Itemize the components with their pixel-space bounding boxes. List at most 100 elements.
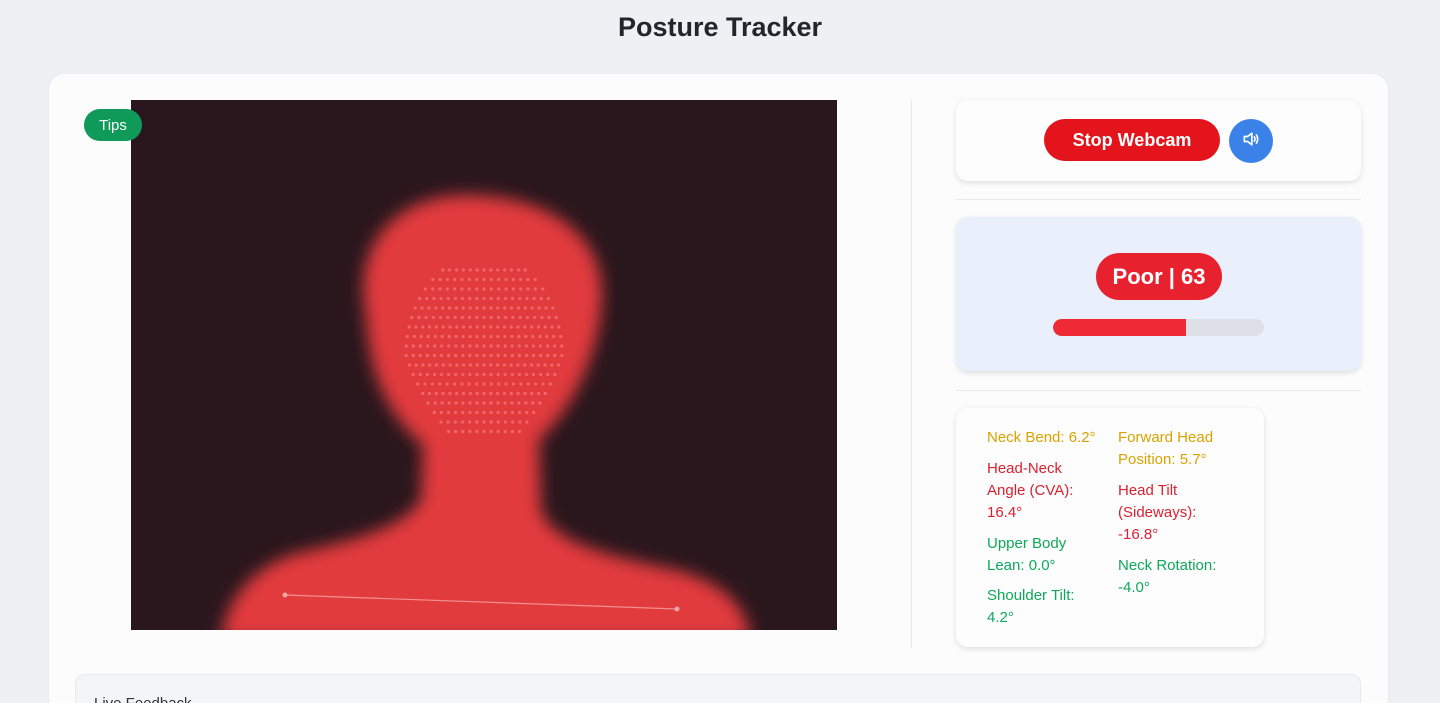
face-mesh-point bbox=[496, 353, 500, 358]
metric-shoulder-tilt: Shoulder Tilt: 4.2° bbox=[987, 587, 1075, 626]
face-mesh-point bbox=[531, 372, 536, 377]
face-mesh-point bbox=[510, 410, 514, 415]
face-mesh-point bbox=[517, 401, 521, 405]
face-mesh-point bbox=[489, 382, 493, 386]
face-mesh-point bbox=[496, 325, 500, 329]
face-mesh-point bbox=[503, 296, 508, 301]
face-mesh-point bbox=[427, 325, 432, 329]
face-mesh-point bbox=[526, 277, 530, 282]
face-mesh-point bbox=[489, 420, 493, 424]
face-mesh-point bbox=[454, 410, 458, 415]
face-mesh-point bbox=[496, 410, 500, 415]
face-mesh-point bbox=[421, 363, 425, 367]
face-mesh-point bbox=[475, 353, 479, 358]
face-mesh-point bbox=[454, 401, 458, 405]
metrics-panel: Neck Bend: 6.2° Forward Head Position: 5… bbox=[956, 408, 1264, 647]
score-progress-fill bbox=[1053, 319, 1186, 336]
face-mesh-point bbox=[440, 401, 444, 405]
face-mesh-point bbox=[448, 391, 452, 396]
section-divider bbox=[956, 199, 1361, 200]
face-mesh-point bbox=[553, 344, 557, 348]
face-mesh-point bbox=[540, 315, 544, 320]
face-mesh-point bbox=[509, 325, 513, 329]
face-mesh-point bbox=[523, 268, 527, 272]
face-mesh-point bbox=[482, 315, 486, 320]
face-mesh-point bbox=[510, 372, 514, 377]
face-mesh-point bbox=[516, 391, 520, 396]
face-mesh-point bbox=[544, 306, 548, 310]
face-mesh-point bbox=[428, 363, 432, 367]
face-mesh-point bbox=[461, 410, 465, 415]
face-mesh-point bbox=[475, 325, 479, 329]
face-mesh-point bbox=[445, 287, 449, 291]
face-mesh-point bbox=[482, 296, 486, 301]
face-mesh-point bbox=[475, 277, 479, 282]
webcam-feed bbox=[131, 100, 837, 630]
face-mesh-point bbox=[559, 334, 563, 339]
face-mesh-point bbox=[489, 334, 493, 339]
sound-toggle-button[interactable] bbox=[1229, 119, 1273, 163]
face-mesh-point bbox=[502, 325, 506, 329]
face-mesh-point bbox=[496, 306, 500, 310]
face-mesh-point bbox=[482, 353, 486, 358]
face-mesh-point bbox=[489, 353, 493, 358]
face-mesh-point bbox=[418, 296, 422, 301]
face-mesh-point bbox=[454, 353, 458, 358]
face-mesh-point bbox=[550, 363, 554, 367]
face-mesh-point bbox=[524, 344, 528, 348]
face-mesh-point bbox=[475, 429, 479, 434]
face-mesh-point bbox=[546, 353, 550, 358]
face-mesh-point bbox=[438, 287, 442, 291]
face-mesh-point bbox=[447, 401, 451, 405]
face-mesh-point bbox=[475, 315, 479, 320]
face-mesh-point bbox=[418, 353, 422, 358]
face-mesh-point bbox=[518, 420, 522, 424]
face-mesh-point bbox=[441, 363, 445, 367]
face-mesh-point bbox=[468, 420, 472, 424]
face-mesh-point bbox=[489, 401, 493, 405]
face-mesh-point bbox=[482, 344, 486, 348]
section-divider bbox=[956, 390, 1361, 391]
segmentation-overlay bbox=[222, 195, 749, 630]
face-mesh-point bbox=[496, 391, 500, 396]
face-mesh-point bbox=[407, 363, 411, 367]
face-mesh-point bbox=[460, 287, 464, 291]
face-mesh-point bbox=[439, 315, 443, 320]
face-mesh-point bbox=[453, 277, 457, 282]
face-mesh-point bbox=[543, 363, 547, 367]
face-mesh-point bbox=[526, 287, 530, 291]
face-mesh-point bbox=[425, 353, 429, 358]
face-mesh-point bbox=[523, 391, 527, 396]
face-mesh-point bbox=[503, 420, 508, 424]
face-mesh-point bbox=[525, 315, 529, 320]
face-mesh-point bbox=[423, 382, 427, 386]
face-mesh-point bbox=[523, 363, 527, 367]
score-progress-bar bbox=[1053, 319, 1264, 336]
face-mesh-point bbox=[433, 344, 437, 348]
face-mesh-point bbox=[461, 306, 465, 310]
face-mesh-point bbox=[548, 382, 552, 386]
face-mesh-point bbox=[482, 334, 486, 339]
face-mesh-point bbox=[439, 420, 443, 424]
face-mesh-point bbox=[545, 334, 549, 339]
face-mesh-point bbox=[475, 401, 479, 405]
face-mesh-point bbox=[504, 315, 508, 320]
face-mesh-point bbox=[439, 353, 444, 358]
tips-button[interactable]: Tips bbox=[84, 109, 142, 141]
face-mesh-point bbox=[511, 420, 515, 424]
face-mesh-point bbox=[489, 372, 493, 377]
face-mesh-point bbox=[489, 315, 493, 320]
face-mesh-point bbox=[509, 268, 514, 272]
face-mesh-point bbox=[431, 287, 435, 291]
face-mesh-point bbox=[482, 410, 486, 415]
face-mesh-point bbox=[475, 372, 479, 377]
face-mesh-point bbox=[482, 372, 486, 377]
face-mesh-point bbox=[475, 334, 479, 339]
face-mesh-point bbox=[511, 382, 516, 386]
face-mesh-point bbox=[452, 382, 457, 386]
face-mesh-point bbox=[518, 315, 522, 320]
face-mesh-point bbox=[517, 372, 521, 377]
face-mesh-point bbox=[455, 363, 459, 367]
stop-webcam-button[interactable]: Stop Webcam bbox=[1044, 119, 1220, 161]
face-mesh-point bbox=[532, 410, 536, 415]
